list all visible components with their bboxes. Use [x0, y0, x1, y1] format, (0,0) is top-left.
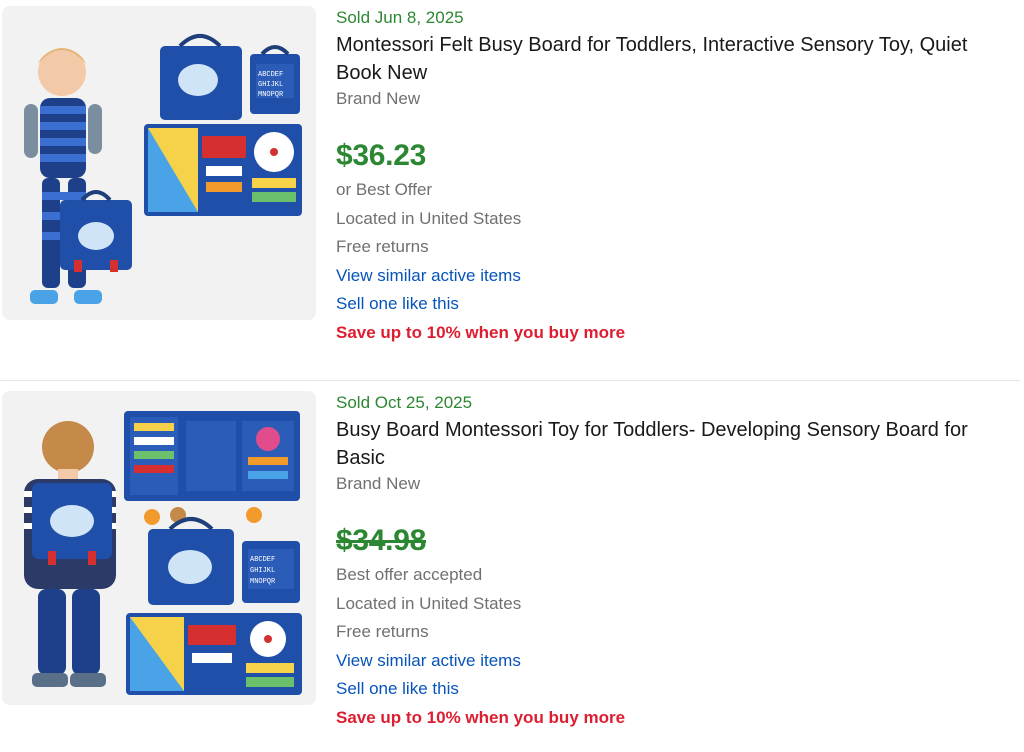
svg-text:GHIJKL: GHIJKL	[258, 81, 283, 89]
listing-item: ABCDEF GHIJKL MNOPQR Sold Jun 8, 2025 Mo…	[0, 0, 1024, 380]
svg-text:GHIJKL: GHIJKL	[250, 567, 275, 575]
svg-text:ABCDEF: ABCDEF	[250, 556, 275, 564]
listing-title[interactable]: Busy Board Montessori Toy for Toddlers- …	[336, 416, 1016, 472]
listing-info: Sold Oct 25, 2025 Busy Board Montessori …	[336, 392, 1016, 732]
returns-info: Free returns	[336, 622, 429, 641]
offer-text: or Best Offer	[336, 180, 433, 199]
svg-text:MNOPQR: MNOPQR	[258, 91, 284, 99]
item-location: Located in United States	[336, 208, 522, 228]
item-condition: Brand New	[336, 474, 421, 493]
listing-title[interactable]: Montessori Felt Busy Board for Toddlers,…	[336, 31, 1016, 87]
promo-text: Save up to 10% when you buy more	[336, 707, 626, 727]
listing-image[interactable]: ABCDEF GHIJKL MNOPQR	[2, 6, 316, 320]
product-image-illustration: ABCDEF GHIJKL MNOPQR	[2, 6, 316, 320]
view-similar-link[interactable]: View similar active items	[336, 647, 1016, 676]
listing-info: Sold Jun 8, 2025 Montessori Felt Busy Bo…	[336, 7, 1016, 347]
product-image-illustration: ABCDEF GHIJKL MNOPQR	[2, 391, 316, 705]
listing-image[interactable]: ABCDEF GHIJKL MNOPQR	[2, 391, 316, 705]
offer-text: Best offer accepted	[336, 565, 483, 584]
returns-info: Free returns	[336, 237, 429, 256]
sold-price: $34.98	[336, 524, 426, 557]
svg-text:ABCDEF: ABCDEF	[258, 71, 283, 79]
sold-price: $36.23	[336, 139, 426, 172]
sold-date: Sold Jun 8, 2025	[336, 8, 464, 27]
sell-one-link[interactable]: Sell one like this	[336, 290, 1016, 319]
item-location: Located in United States	[336, 593, 522, 613]
listing-divider	[0, 380, 1020, 381]
sell-one-link[interactable]: Sell one like this	[336, 675, 1016, 704]
svg-text:MNOPQR: MNOPQR	[250, 578, 276, 586]
promo-text: Save up to 10% when you buy more	[336, 322, 626, 342]
view-similar-link[interactable]: View similar active items	[336, 262, 1016, 291]
item-condition: Brand New	[336, 89, 421, 108]
sold-date: Sold Oct 25, 2025	[336, 393, 473, 412]
listing-item: ABCDEF GHIJKL MNOPQR Sold Oct 25, 2025 B…	[0, 385, 1024, 752]
